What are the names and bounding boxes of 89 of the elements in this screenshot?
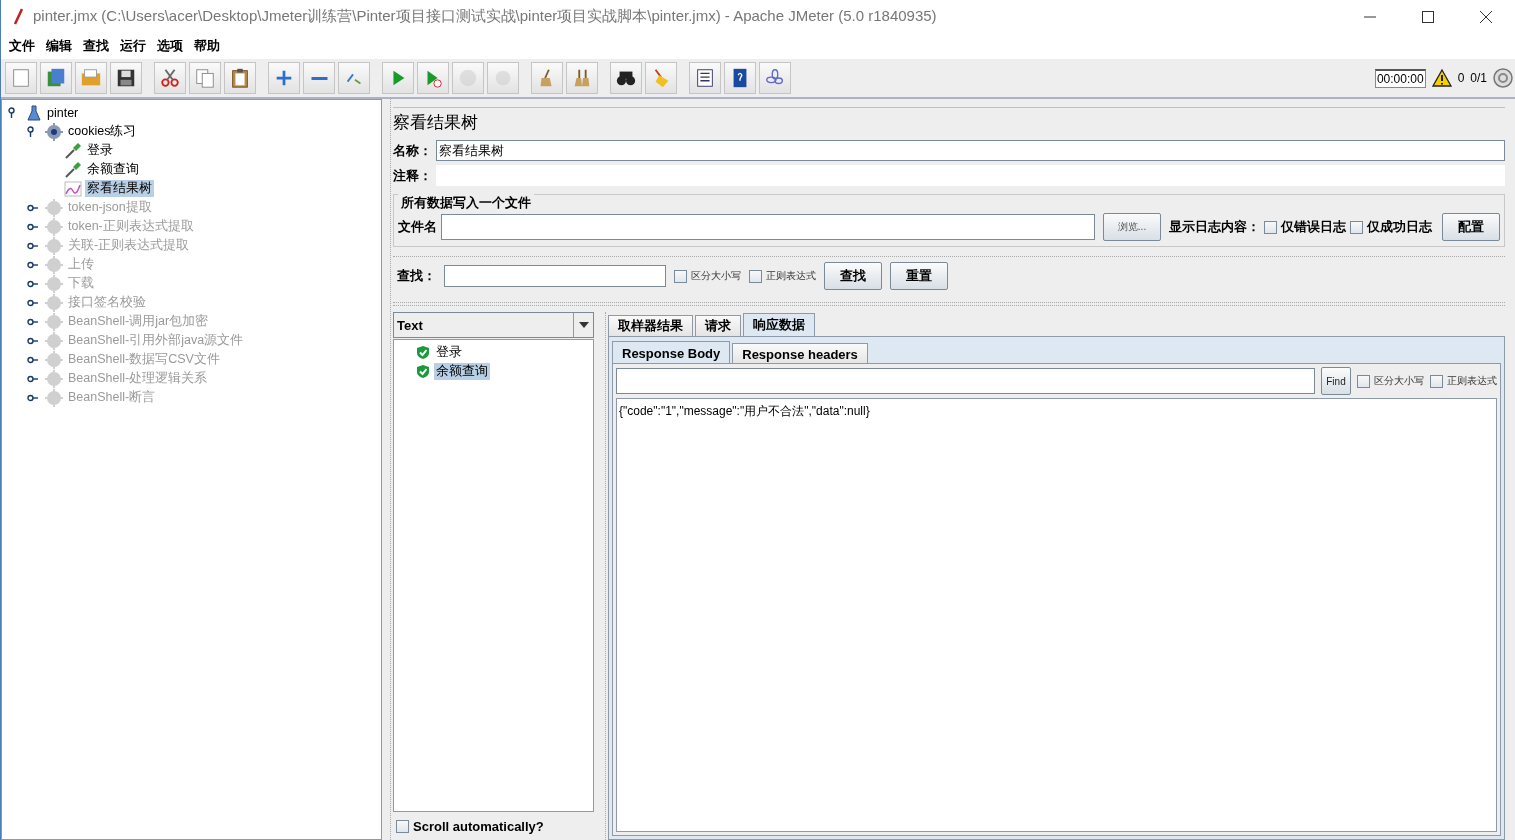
thread-count: 0/1 — [1470, 71, 1487, 85]
scissors-icon — [159, 67, 181, 89]
checkbox[interactable] — [1357, 374, 1370, 388]
menu-item[interactable]: 选项 — [153, 37, 187, 55]
find-button[interactable]: Find — [1321, 367, 1351, 395]
toolbar-button[interactable] — [689, 62, 721, 94]
menu-item[interactable]: 运行 — [116, 37, 150, 55]
menu-item[interactable]: 帮助 — [190, 37, 224, 55]
name-field[interactable]: 察看结果树 — [436, 140, 1505, 161]
gear-icon — [45, 274, 63, 293]
feather-icon — [13, 7, 23, 26]
pipette-icon — [64, 160, 82, 179]
gear-icon — [45, 255, 63, 274]
result-item[interactable]: 余额查询 — [434, 363, 490, 380]
list-icon — [694, 67, 716, 89]
field-label: 查找： — [397, 267, 436, 285]
minus-icon — [310, 76, 328, 80]
warning-count: 0 — [1457, 71, 1465, 85]
result-item[interactable]: 登录 — [434, 344, 464, 361]
checkbox[interactable] — [749, 269, 762, 283]
toolbar-button[interactable] — [724, 62, 756, 94]
menu-item[interactable]: 文件 — [5, 37, 39, 55]
checkbox[interactable] — [1430, 374, 1443, 388]
gear-icon — [45, 198, 63, 217]
gear-icon — [45, 350, 63, 369]
find-field[interactable] — [616, 368, 1315, 394]
panel-title: 察看结果树 — [393, 107, 1505, 138]
gear-icon — [45, 331, 63, 350]
reset-button[interactable]: 重置 — [890, 262, 948, 290]
tab[interactable]: Response headers — [732, 343, 868, 364]
tab[interactable]: 请求 — [695, 315, 741, 336]
gear-icon — [45, 293, 63, 312]
toolbar-button[interactable] — [110, 62, 142, 94]
status-circle-icon — [1493, 68, 1513, 88]
search-field[interactable] — [444, 265, 666, 287]
response-body-text: {"code":"1","message":"用户不合法","data":null} — [619, 404, 870, 418]
flask-icon — [26, 104, 42, 121]
group-title: 所有数据写入一个文件 — [398, 194, 534, 212]
gear-icon — [45, 388, 63, 407]
toolbar-button[interactable] — [610, 62, 642, 94]
window-title: pinter.jmx (C:\Users\acer\Desktop\Jmeter训练营\Pinter项目接口测试实战\pinter项目实战脚本\pinter.jmx) - Apache JMeter (5.0 r1840935) — [33, 7, 938, 26]
tree-item-label[interactable]: pinter — [45, 105, 81, 120]
checkbox[interactable] — [1264, 220, 1277, 234]
gear-icon — [45, 236, 63, 255]
configure-button[interactable]: 配置 — [1442, 213, 1500, 241]
gear-icon — [45, 122, 63, 141]
checkbox-label: 正则表达式 — [766, 269, 816, 283]
menu-item[interactable]: 查找 — [79, 37, 113, 55]
warning-icon[interactable] — [1431, 69, 1452, 87]
field-label: 文件名 — [398, 218, 437, 236]
copy-icon — [194, 67, 216, 89]
tree-item-label[interactable]: 余额查询 — [85, 161, 141, 178]
minimize-icon[interactable] — [1364, 15, 1376, 18]
menu-item[interactable]: 编辑 — [42, 37, 76, 55]
browse-button[interactable]: 浏览... — [1103, 213, 1161, 241]
stop-icon — [457, 67, 479, 89]
checkbox-label: 仅成功日志 — [1367, 218, 1432, 236]
gear-icon — [45, 217, 63, 236]
blank-page-icon — [10, 67, 32, 89]
field-label: 显示日志内容： — [1169, 218, 1260, 236]
tab[interactable]: Response Body — [612, 341, 731, 364]
pipette-icon — [64, 141, 82, 160]
checkbox[interactable] — [674, 269, 687, 283]
maximize-icon[interactable] — [1422, 10, 1434, 23]
dropdown-arrow-icon — [578, 322, 589, 328]
tab[interactable]: 响应数据 — [743, 313, 815, 336]
checkbox-label: 区分大小写 — [691, 269, 741, 283]
gear-icon — [45, 312, 63, 331]
checkbox-label: 区分大小写 — [1374, 374, 1424, 388]
elapsed-time: 00:00:00 — [1374, 68, 1426, 88]
clipboard-icon — [229, 67, 251, 89]
chart-icon — [64, 180, 82, 197]
close-icon[interactable] — [1480, 10, 1492, 23]
field-label: 注释： — [393, 166, 432, 185]
checkbox[interactable] — [1350, 220, 1363, 234]
checkbox[interactable] — [396, 819, 409, 833]
field-label: 名称： — [393, 141, 432, 160]
gear-icon — [45, 369, 63, 388]
tree-item-label[interactable]: 登录 — [85, 142, 115, 159]
renderer-dropdown[interactable]: Text — [393, 312, 594, 338]
tree-item-label[interactable]: 察看结果树 — [85, 180, 154, 197]
checkbox-label: Scroll automatically? — [413, 818, 544, 834]
search-button[interactable]: 查找 — [824, 262, 882, 290]
checkbox-label: 仅错误日志 — [1281, 218, 1346, 236]
tab[interactable]: 取样器结果 — [608, 315, 693, 336]
tree-item-label[interactable]: cookies练习 — [66, 123, 139, 140]
filename-field[interactable] — [441, 214, 1095, 240]
checkbox-label: 正则表达式 — [1447, 374, 1497, 388]
book-icon — [45, 67, 67, 89]
